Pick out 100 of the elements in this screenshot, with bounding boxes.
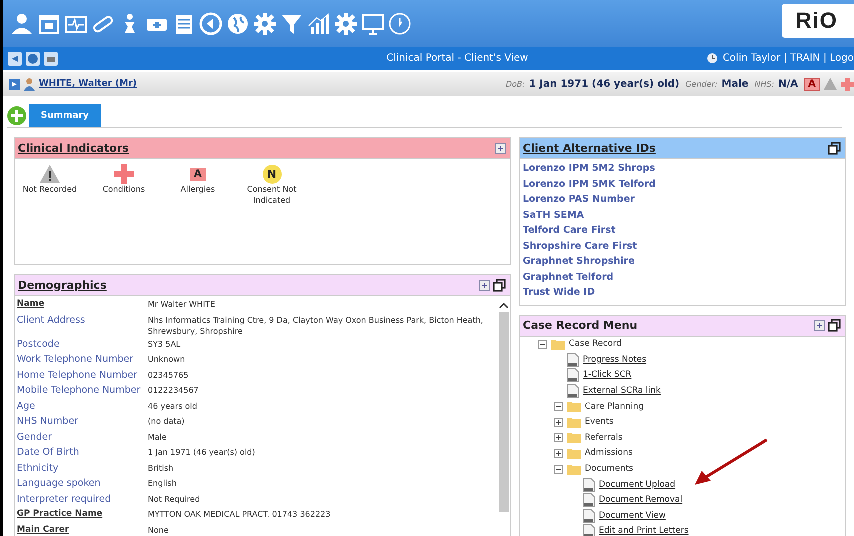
alternative-id-link[interactable]: Lorenzo PAS Number bbox=[523, 192, 842, 208]
field-label: Main Carer bbox=[17, 524, 70, 536]
field-label: Client Address bbox=[17, 314, 86, 328]
alternative-id-link[interactable]: Graphnet Shropshire bbox=[523, 254, 842, 270]
field-label: Mobile Telephone Number bbox=[17, 384, 142, 398]
person-icon[interactable] bbox=[10, 12, 34, 36]
field-value: 02345765 bbox=[148, 370, 190, 382]
field-value: Unknown bbox=[148, 354, 186, 366]
back-circle-icon[interactable] bbox=[199, 12, 223, 36]
field-value: 1 Jan 1971 (46 year(s) old) bbox=[148, 447, 256, 459]
tree-link[interactable]: Document View bbox=[599, 510, 666, 521]
alternative-id-link[interactable]: Trust Wide ID bbox=[523, 285, 842, 300]
allergy-badge: A bbox=[804, 78, 820, 90]
tree-link[interactable]: External SCRa link bbox=[583, 386, 661, 396]
dob-value: 1 Jan 1971 (46 year(s) old) bbox=[529, 78, 680, 90]
alternative-id-link[interactable]: Lorenzo IPM 5MK Telford bbox=[523, 176, 842, 192]
folder-icon bbox=[551, 338, 565, 350]
field-value: British bbox=[148, 462, 175, 474]
field-label: Language spoken bbox=[17, 477, 102, 491]
tab[interactable]: Summary bbox=[29, 104, 102, 127]
toggle-icon[interactable] bbox=[538, 340, 547, 349]
field-value: None bbox=[148, 524, 170, 536]
restore-window-icon[interactable] bbox=[828, 142, 841, 154]
expand-icon[interactable] bbox=[479, 280, 490, 290]
scroll-up-icon[interactable] bbox=[499, 302, 509, 309]
tree-folder[interactable]: Referrals bbox=[585, 432, 623, 443]
field-value: Mr Walter WHITE bbox=[148, 299, 216, 311]
clock-icon[interactable] bbox=[388, 12, 412, 36]
nhs-value: N/A bbox=[778, 78, 798, 90]
field-label: Work Telephone Number bbox=[17, 353, 135, 367]
add-icon[interactable] bbox=[7, 106, 27, 126]
field-label: Interpreter required bbox=[17, 492, 112, 506]
tree-link[interactable]: Edit and Print Letters bbox=[599, 526, 689, 536]
monitor-icon[interactable] bbox=[361, 12, 385, 36]
back-icon[interactable] bbox=[8, 52, 22, 66]
field-value: English bbox=[148, 478, 178, 490]
document-icon bbox=[583, 493, 595, 508]
gender-value: Male bbox=[722, 78, 749, 90]
alternative-id-link[interactable]: Telford Care First bbox=[523, 223, 842, 238]
expand-icon[interactable] bbox=[814, 320, 825, 331]
tree-folder[interactable]: Admissions bbox=[585, 448, 633, 458]
toggle-icon[interactable] bbox=[554, 464, 563, 474]
tree-link[interactable]: 1-Click SCR bbox=[583, 370, 632, 380]
field-value: 46 years old bbox=[148, 400, 198, 413]
panel-title: Clinical Indicators bbox=[18, 142, 130, 154]
signal-chart-icon[interactable] bbox=[307, 12, 331, 36]
field-value: SY3 5AL bbox=[148, 338, 182, 350]
field-value: 0122234567 bbox=[148, 385, 200, 397]
gender-label: Gender: bbox=[686, 80, 718, 88]
folder-icon bbox=[567, 432, 581, 444]
consent-badge: N bbox=[262, 164, 282, 184]
field-value: (no data) bbox=[148, 416, 186, 428]
warning-icon bbox=[40, 165, 60, 183]
toggle-icon[interactable] bbox=[554, 402, 563, 412]
folder-icon bbox=[567, 401, 581, 412]
document-icon bbox=[583, 508, 595, 523]
toggle-icon[interactable] bbox=[554, 433, 563, 442]
tree-folder[interactable]: Events bbox=[585, 417, 614, 428]
scrollbar-thumb[interactable] bbox=[499, 312, 509, 512]
tree-link[interactable]: Document Upload bbox=[599, 480, 676, 490]
gear-icon[interactable] bbox=[334, 12, 358, 36]
tree-folder[interactable]: Case Record bbox=[569, 339, 622, 350]
field-value: Not Required bbox=[148, 494, 202, 506]
restore-window-icon[interactable] bbox=[493, 278, 506, 292]
alternative-id-link[interactable]: Graphnet Telford bbox=[523, 270, 842, 285]
indicator-label: Not Recorded bbox=[22, 184, 78, 195]
warning-icon bbox=[824, 78, 837, 90]
document-icon bbox=[583, 478, 595, 492]
alternative-id-link[interactable]: Lorenzo IPM 5M2 Shrops bbox=[523, 161, 842, 176]
restore-window-icon[interactable] bbox=[828, 319, 841, 332]
alternative-id-link[interactable]: Shropshire Care First bbox=[523, 238, 842, 254]
field-value: MYTTON OAK MEDICAL PRACT. 01743 362223 bbox=[148, 509, 332, 521]
gear-icon[interactable] bbox=[253, 12, 277, 36]
field-label: Age bbox=[17, 400, 36, 414]
indicator-label: Consent Not Indicated bbox=[246, 184, 298, 206]
tree-link[interactable]: Document Removal bbox=[599, 495, 683, 506]
folder-icon bbox=[567, 448, 581, 459]
expand-icon[interactable] bbox=[495, 142, 506, 154]
toggle-icon[interactable] bbox=[554, 448, 563, 458]
alternative-id-link[interactable]: SaTH SEMA bbox=[523, 208, 842, 223]
indicator-label: Conditions bbox=[102, 184, 146, 195]
tree-folder[interactable]: Care Planning bbox=[585, 402, 644, 412]
cross-icon bbox=[841, 78, 854, 90]
expand-icon bbox=[9, 78, 20, 90]
panel-title: Demographics bbox=[18, 278, 107, 292]
clock-icon bbox=[706, 53, 718, 64]
tree-link[interactable]: Progress Notes bbox=[583, 354, 647, 365]
tree-folder[interactable]: Documents bbox=[585, 464, 634, 474]
user-info[interactable]: Colin Taylor | TRAIN | Logo bbox=[722, 53, 854, 64]
field-value: Male bbox=[148, 432, 168, 444]
document-icon bbox=[567, 352, 579, 367]
patient-name-link[interactable]: WHITE, Walter (Mr) bbox=[39, 79, 138, 89]
folder-icon bbox=[567, 464, 581, 475]
dob-label: DoB: bbox=[506, 80, 526, 88]
field-label: GP Practice Name bbox=[17, 508, 104, 521]
document-icon bbox=[567, 384, 579, 398]
field-label: NHS Number bbox=[17, 415, 80, 429]
toggle-icon[interactable] bbox=[554, 418, 563, 427]
document-icon bbox=[567, 368, 579, 382]
field-label: Gender bbox=[17, 430, 54, 444]
